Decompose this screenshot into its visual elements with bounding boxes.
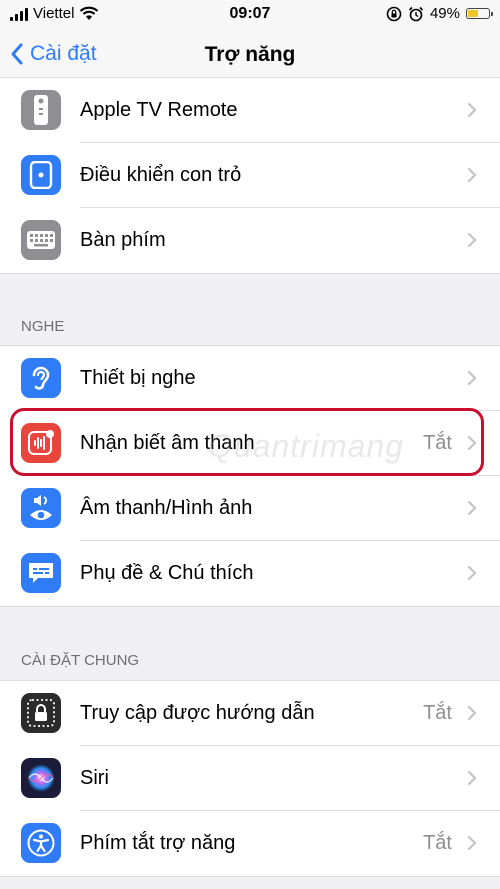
settings-group-hearing: Thiết bị nghe Nhận biết âm thanh Tắt Âm … bbox=[0, 345, 500, 607]
battery-percent: 49% bbox=[429, 5, 460, 22]
row-sound-recognition[interactable]: Nhận biết âm thanh Tắt bbox=[0, 411, 500, 476]
row-label: Phím tắt trợ năng bbox=[80, 832, 236, 854]
status-bar: Viettel 09:07 49% bbox=[0, 0, 500, 30]
chevron-right-icon bbox=[467, 370, 477, 386]
row-value: Tắt bbox=[423, 702, 452, 724]
status-right: 49% bbox=[386, 5, 493, 22]
row-label: Apple TV Remote bbox=[80, 99, 238, 121]
row-label: Nhận biết âm thanh bbox=[80, 432, 255, 454]
section-header-hearing: NGHE bbox=[21, 318, 65, 335]
section-header-general: CÀI ĐẶT CHUNG bbox=[21, 652, 140, 669]
row-label: Truy cập được hướng dẫn bbox=[80, 702, 315, 724]
chevron-right-icon bbox=[467, 500, 477, 516]
row-label: Thiết bị nghe bbox=[80, 367, 196, 389]
ear-icon bbox=[21, 358, 61, 398]
row-label: Phụ đề & Chú thích bbox=[80, 562, 254, 584]
chevron-right-icon bbox=[467, 435, 477, 451]
row-label: Siri bbox=[80, 767, 109, 789]
chevron-right-icon bbox=[467, 167, 477, 183]
row-apple-tv-remote[interactable]: Apple TV Remote bbox=[0, 78, 500, 143]
back-label: Cài đặt bbox=[30, 42, 97, 65]
pointer-control-icon bbox=[21, 155, 61, 195]
chevron-right-icon bbox=[467, 835, 477, 851]
row-siri[interactable]: Siri bbox=[0, 746, 500, 811]
battery-icon bbox=[466, 8, 493, 19]
chevron-right-icon bbox=[467, 770, 477, 786]
siri-icon bbox=[21, 758, 61, 798]
settings-group-input: Apple TV Remote Điều khiển con trỏ Bàn p… bbox=[0, 77, 500, 274]
tv-remote-icon bbox=[21, 90, 61, 130]
keyboard-icon bbox=[21, 220, 61, 260]
settings-group-general: Truy cập được hướng dẫn Tắt Siri Phím tắ… bbox=[0, 680, 500, 877]
row-accessibility-shortcut[interactable]: Phím tắt trợ năng Tắt bbox=[0, 811, 500, 876]
row-value: Tắt bbox=[423, 432, 452, 454]
chevron-left-icon bbox=[11, 43, 23, 65]
orientation-lock-icon bbox=[386, 6, 402, 21]
row-label: Bàn phím bbox=[80, 229, 166, 251]
chevron-right-icon bbox=[467, 565, 477, 581]
accessibility-shortcut-icon bbox=[21, 823, 61, 863]
subtitles-icon bbox=[21, 553, 61, 593]
audio-visual-icon bbox=[21, 488, 61, 528]
back-button[interactable]: Cài đặt bbox=[10, 42, 97, 66]
row-keyboard[interactable]: Bàn phím bbox=[0, 208, 500, 273]
row-guided-access[interactable]: Truy cập được hướng dẫn Tắt bbox=[0, 681, 500, 746]
row-audio-visual[interactable]: Âm thanh/Hình ảnh bbox=[0, 476, 500, 541]
sound-recognition-icon bbox=[21, 423, 61, 463]
guided-access-icon bbox=[21, 693, 61, 733]
row-pointer-control[interactable]: Điều khiển con trỏ bbox=[0, 143, 500, 208]
chevron-right-icon bbox=[467, 102, 477, 118]
alarm-icon bbox=[408, 6, 424, 21]
row-value: Tắt bbox=[423, 832, 452, 854]
chevron-right-icon bbox=[467, 705, 477, 721]
row-hearing-devices[interactable]: Thiết bị nghe bbox=[0, 346, 500, 411]
row-subtitles-captions[interactable]: Phụ đề & Chú thích bbox=[0, 541, 500, 606]
battery-level bbox=[468, 10, 478, 17]
row-label: Điều khiển con trỏ bbox=[80, 164, 242, 186]
row-label: Âm thanh/Hình ảnh bbox=[80, 497, 253, 519]
chevron-right-icon bbox=[467, 232, 477, 248]
